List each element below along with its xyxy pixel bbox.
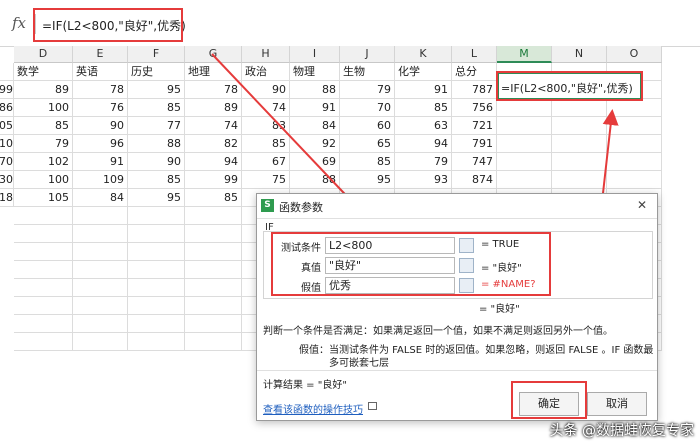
divider	[257, 370, 657, 371]
ok-highlight-box	[511, 381, 587, 419]
arg-help-line2: 多可嵌套七层	[329, 358, 389, 369]
function-arguments-dialog: S 函数参数 ✕ IF 测试条件 L2<800 = TRUE 真值 "良好" = "良好"…	[256, 193, 658, 421]
arrow-formula-to-dialog	[211, 53, 363, 213]
dialog-titlebar: S 函数参数 ✕	[257, 194, 657, 219]
app-icon: S	[261, 199, 274, 212]
video-icon[interactable]	[368, 402, 377, 410]
watermark: 头条 @数据蛙恢复专家	[549, 423, 694, 439]
calc-result: 计算结果 = "良好"	[263, 380, 347, 391]
args-highlight-box	[271, 232, 551, 296]
dialog-title: 函数参数	[279, 201, 323, 214]
cancel-button[interactable]: 取消	[587, 392, 647, 416]
overall-result: = "良好"	[479, 304, 520, 315]
function-description: 判断一个条件是否满足：如果满足返回一个值，如果不满足则返回另外一个值。	[263, 326, 613, 337]
arg-help-label: 假值：	[299, 345, 329, 356]
help-link[interactable]: 查看该函数的操作技巧	[263, 401, 363, 416]
close-icon[interactable]: ✕	[637, 198, 647, 212]
